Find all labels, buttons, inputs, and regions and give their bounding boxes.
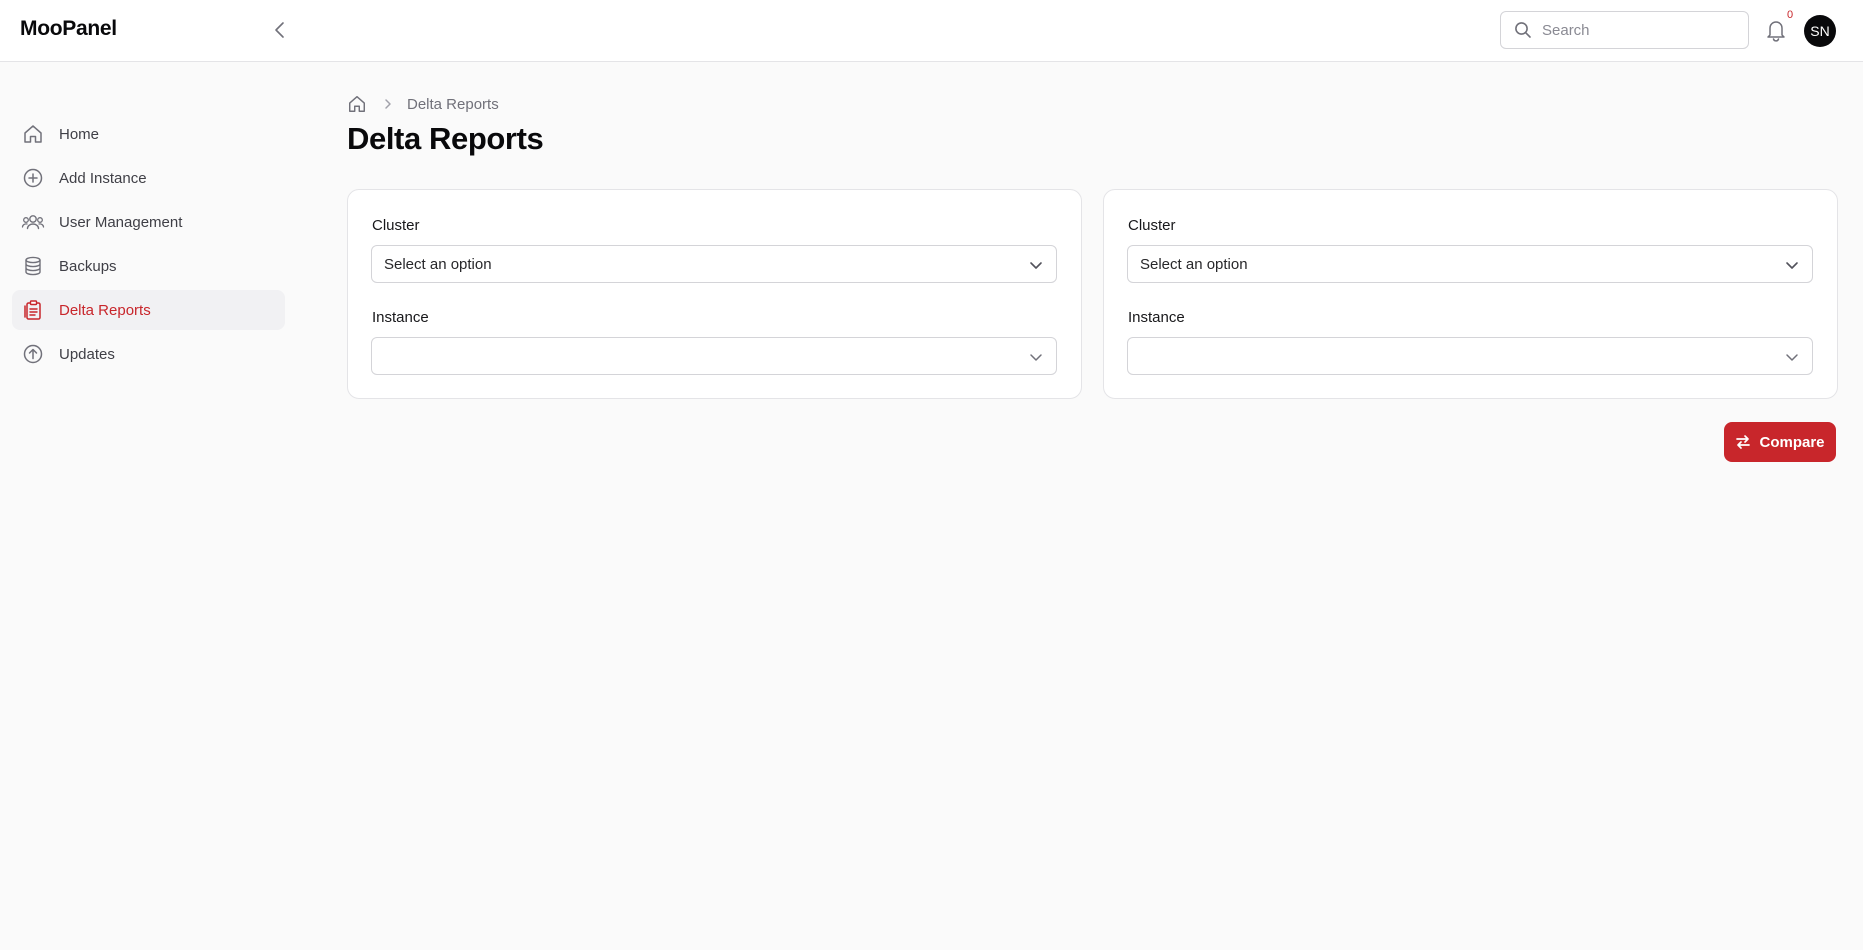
cluster-label: Cluster bbox=[372, 217, 420, 234]
sidebar-item-delta-reports[interactable]: Delta Reports bbox=[12, 290, 285, 330]
sidebar-item-home[interactable]: Home bbox=[12, 114, 285, 154]
bell-icon bbox=[1767, 21, 1785, 42]
breadcrumb: Delta Reports bbox=[347, 93, 499, 115]
database-icon bbox=[21, 254, 45, 278]
top-bar: MooPanel 0 SN bbox=[0, 0, 1863, 62]
sidebar-item-label: Delta Reports bbox=[59, 301, 151, 319]
chevron-down-icon bbox=[1028, 257, 1044, 273]
sidebar-item-updates[interactable]: Updates bbox=[12, 334, 285, 374]
clipboard-report-icon bbox=[21, 298, 45, 322]
cluster-select[interactable]: Select an option bbox=[1127, 245, 1813, 283]
sidebar-item-label: Updates bbox=[59, 345, 115, 363]
sidebar-item-add-instance[interactable]: Add Instance bbox=[12, 158, 285, 198]
chevron-down-icon bbox=[1028, 349, 1044, 365]
home-icon bbox=[21, 122, 45, 146]
sidebar: Home Add Instance User Management Backup… bbox=[0, 62, 300, 950]
chevron-down-icon bbox=[1784, 257, 1800, 273]
compare-button-label: Compare bbox=[1759, 433, 1825, 451]
user-avatar[interactable]: SN bbox=[1804, 15, 1836, 47]
breadcrumb-current[interactable]: Delta Reports bbox=[407, 96, 499, 113]
plus-circle-icon bbox=[21, 166, 45, 190]
chevron-left-icon bbox=[275, 22, 284, 38]
users-icon bbox=[21, 210, 45, 234]
cluster-select-value: Select an option bbox=[1140, 255, 1248, 273]
chevron-down-icon bbox=[1784, 349, 1800, 365]
left-comparison-panel: Cluster Select an option Instance bbox=[347, 189, 1082, 399]
chevron-right-icon bbox=[383, 98, 393, 110]
search-box[interactable] bbox=[1500, 11, 1749, 49]
cluster-select-value: Select an option bbox=[384, 255, 492, 273]
instance-label: Instance bbox=[1128, 309, 1185, 326]
sidebar-item-user-management[interactable]: User Management bbox=[12, 202, 285, 242]
swap-arrows-icon bbox=[1736, 435, 1751, 449]
right-comparison-panel: Cluster Select an option Instance bbox=[1103, 189, 1838, 399]
collapse-sidebar-button[interactable] bbox=[268, 18, 292, 42]
cluster-label: Cluster bbox=[1128, 217, 1176, 234]
sidebar-item-label: Home bbox=[59, 125, 100, 143]
home-icon bbox=[349, 96, 365, 113]
notifications-button[interactable] bbox=[1764, 17, 1788, 43]
sidebar-item-label: Add Instance bbox=[59, 169, 147, 187]
brand-logo[interactable]: MooPanel bbox=[20, 17, 117, 41]
notification-count-badge: 0 bbox=[1787, 9, 1794, 21]
sidebar-item-backups[interactable]: Backups bbox=[12, 246, 285, 286]
sidebar-item-label: Backups bbox=[59, 257, 117, 275]
sidebar-item-label: User Management bbox=[59, 213, 183, 231]
search-input[interactable] bbox=[1542, 21, 1742, 39]
arrow-up-circle-icon bbox=[21, 342, 45, 366]
instance-select[interactable] bbox=[1127, 337, 1813, 375]
search-icon bbox=[1515, 22, 1531, 38]
compare-button[interactable]: Compare bbox=[1724, 422, 1836, 462]
instance-select[interactable] bbox=[371, 337, 1057, 375]
breadcrumb-home-link[interactable] bbox=[347, 94, 367, 114]
page-title: Delta Reports bbox=[347, 121, 544, 156]
cluster-select[interactable]: Select an option bbox=[371, 245, 1057, 283]
instance-label: Instance bbox=[372, 309, 429, 326]
